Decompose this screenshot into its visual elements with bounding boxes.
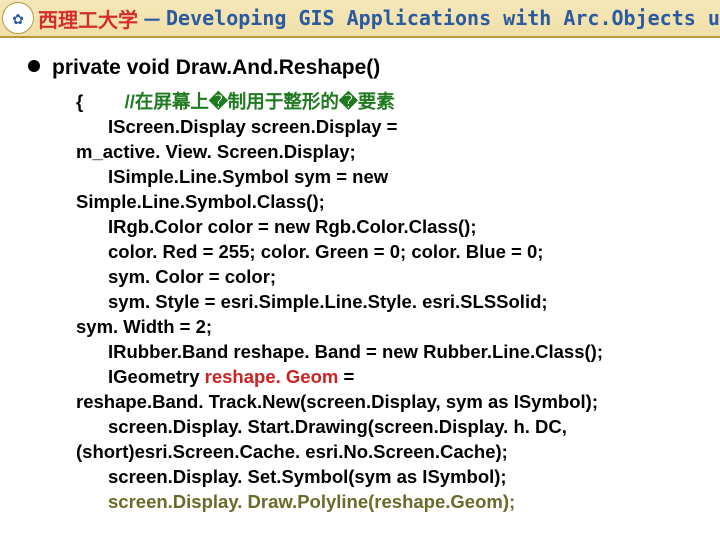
code-line: IRgb.Color color = new Rgb.Color.Class()… [76,215,696,240]
code-line: screen.Display. Set.Symbol(sym as ISymbo… [76,465,696,490]
logo-glyph: ✿ [13,8,24,29]
code-line: IScreen.Display screen.Display = [76,115,696,140]
slide-body: private void Draw.And.Reshape() { //在屏幕上… [0,38,720,515]
code-line: (short)esri.Screen.Cache. esri.No.Screen… [76,440,696,465]
code-line: { //在屏幕上�制用于整形的�要素 [76,90,696,115]
bullet-icon [28,60,40,72]
code-line: screen.Display. Draw.Polyline(reshape.Ge… [76,490,696,515]
open-brace: { [76,90,104,115]
code-text: = [338,366,354,387]
method-signature-row: private void Draw.And.Reshape() [28,54,696,82]
code-line: Simple.Line.Symbol.Class(); [76,190,696,215]
university-logo: ✿ [2,2,34,34]
course-subtitle: Developing GIS Applications with Arc.Obj… [166,6,720,30]
slide: ✿ 西理工大学 － Developing GIS Applications wi… [0,0,720,540]
code-line: color. Red = 255; color. Green = 0; colo… [76,240,696,265]
method-signature: private void Draw.And.Reshape() [52,54,380,82]
code-comment: //在屏幕上�制用于整形的�要素 [125,91,395,112]
code-highlight: reshape. Geom [205,366,339,387]
code-block: { //在屏幕上�制用于整形的�要素 IScreen.Display scree… [76,90,696,514]
code-line: IGeometry reshape. Geom = [76,365,696,390]
university-name: 西理工大学 [38,4,138,33]
code-line: sym. Width = 2; [76,315,696,340]
code-line: reshape.Band. Track.New(screen.Display, … [76,390,696,415]
header-separator: － [142,4,162,33]
code-text: IGeometry [108,366,205,387]
code-line: sym. Color = color; [76,265,696,290]
header-bar: ✿ 西理工大学 － Developing GIS Applications wi… [0,0,720,38]
code-line: screen.Display. Start.Drawing(screen.Dis… [76,415,696,440]
code-line: m_active. View. Screen.Display; [76,140,696,165]
code-line: IRubber.Band reshape. Band = new Rubber.… [76,340,696,365]
code-line: ISimple.Line.Symbol sym = new [76,165,696,190]
code-line: sym. Style = esri.Simple.Line.Style. esr… [76,290,696,315]
